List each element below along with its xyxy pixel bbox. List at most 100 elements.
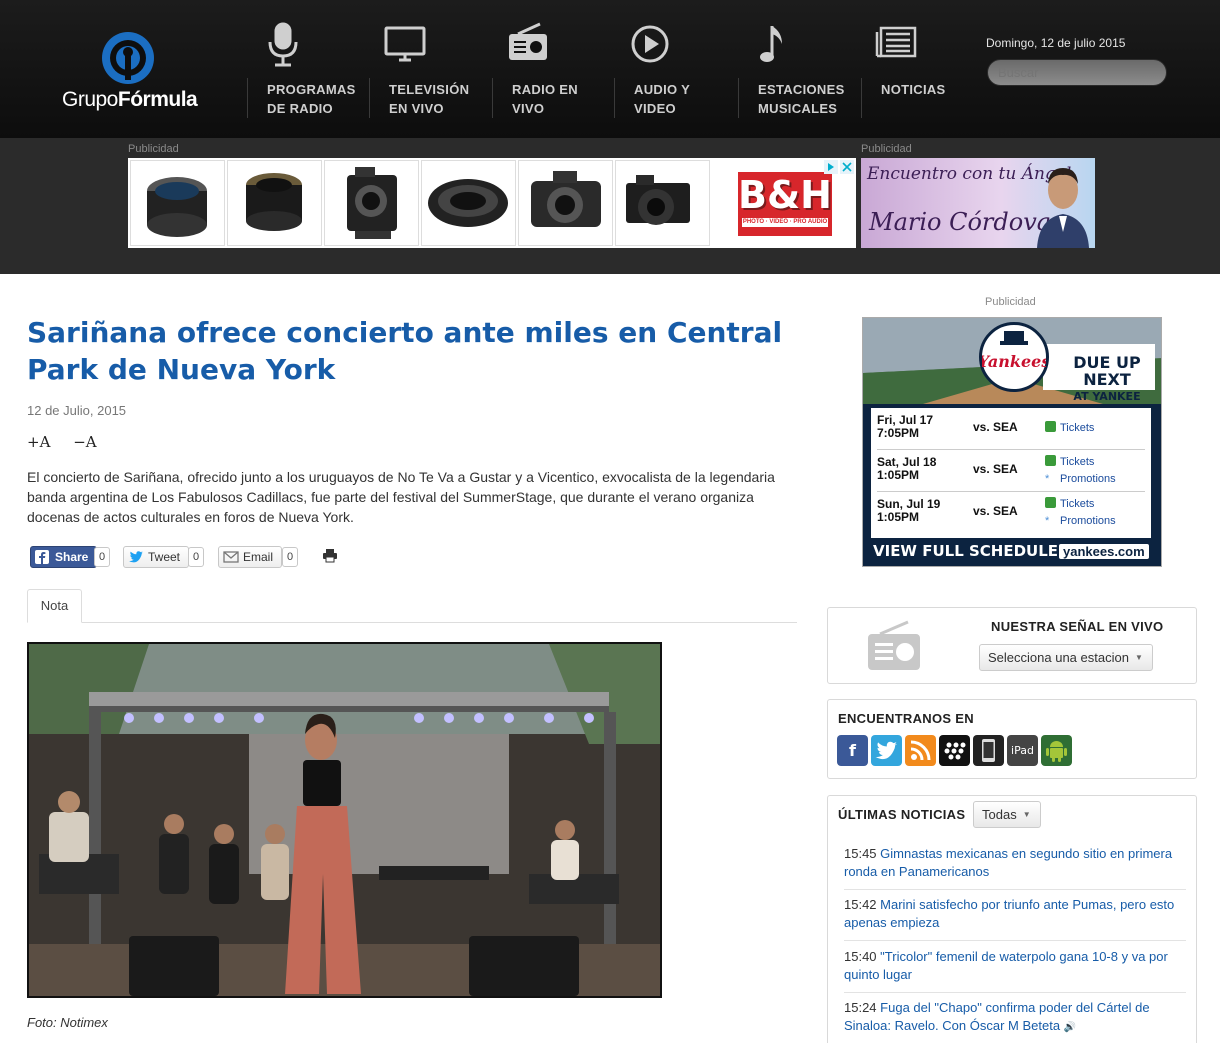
chevron-down-icon: ▼: [1134, 653, 1143, 662]
ad-product-image: [130, 160, 225, 246]
facebook-icon[interactable]: f: [837, 735, 868, 766]
logo-text: GrupoFórmula: [62, 88, 198, 111]
promotions-link[interactable]: Promotions: [1060, 515, 1116, 527]
news-item[interactable]: 15:45 Gimnastas mexicanas en segundo sit…: [844, 845, 1186, 890]
tickets-link[interactable]: Tickets: [1060, 456, 1094, 468]
news-time: 15:45: [844, 846, 877, 861]
ad-product-image: [227, 160, 322, 246]
nav-separator: [492, 78, 493, 118]
font-decrease-button[interactable]: −A: [73, 433, 96, 451]
nav-noticias[interactable]: NOTICIAS: [861, 22, 983, 122]
nav-television-en-vivo[interactable]: TELEVISIÓN EN VIVO: [369, 22, 491, 122]
audio-icon[interactable]: 🔊: [1064, 1022, 1076, 1033]
ticket-icon: [1045, 421, 1056, 432]
ticket-icon: [1045, 497, 1056, 508]
ticket-icon: [1045, 455, 1056, 466]
email-share-count: 0: [282, 547, 299, 567]
nav-programas-de-radio[interactable]: PROGRAMAS DE RADIO: [247, 22, 369, 122]
font-increase-button[interactable]: +A: [27, 433, 50, 451]
latest-news-title: ÚLTIMAS NOTICIAS: [838, 807, 966, 822]
adchoices-icon[interactable]: [824, 160, 854, 174]
ad-product-image: [324, 160, 419, 246]
print-icon[interactable]: [322, 547, 338, 563]
news-time: 15:24: [844, 1000, 877, 1015]
article-summary: El concierto de Sariñana, ofrecido junto…: [27, 469, 775, 525]
news-filter-select[interactable]: Todas ▼: [973, 801, 1041, 828]
blackberry-icon[interactable]: [939, 735, 970, 766]
nav-label: ESTACIONES MUSICALES: [758, 82, 845, 116]
tab-nota[interactable]: Nota: [27, 589, 82, 623]
nav-label: TELEVISIÓN EN VIVO: [389, 82, 470, 116]
news-time: 15:40: [844, 949, 877, 964]
news-link[interactable]: Marini satisfecho por triunfo ante Pumas…: [844, 897, 1174, 930]
article-headline: Sariñana ofrece concierto ante miles en …: [27, 316, 783, 386]
rss-icon[interactable]: [905, 735, 936, 766]
email-share-button[interactable]: Email: [218, 546, 283, 568]
nav-separator: [614, 78, 615, 118]
live-signal-panel: NUESTRA SEÑAL EN VIVO Selecciona una est…: [827, 607, 1197, 684]
android-icon[interactable]: [1041, 735, 1072, 766]
ad-product-image: [518, 160, 613, 246]
yankees-site-link[interactable]: yankees.com: [1059, 544, 1149, 559]
site-header: GrupoFórmula PROGRAMAS DE RADIO TELEVISI…: [0, 0, 1220, 138]
article-photo: [27, 642, 662, 998]
bh-logo: B&H PHOTO · VIDEO · PRO AUDIO: [738, 172, 832, 236]
radio-icon: [509, 22, 547, 60]
logo-mark-icon: [102, 32, 154, 84]
news-item[interactable]: 15:40 "Tricolor" femenil de waterpolo ga…: [844, 948, 1186, 993]
article-date: 12 de Julio, 2015: [27, 403, 127, 418]
header-date: Domingo, 12 de julio 2015: [986, 36, 1126, 50]
twitter-icon[interactable]: [871, 735, 902, 766]
news-link[interactable]: Gimnastas mexicanas en segundo sitio en …: [844, 846, 1172, 879]
news-link[interactable]: "Tricolor" femenil de waterpolo gana 10-…: [844, 949, 1168, 982]
tweet-count: 0: [188, 547, 205, 567]
grupo-formula-logo[interactable]: GrupoFórmula: [60, 30, 200, 115]
tweet-button[interactable]: Tweet: [123, 546, 190, 568]
nav-label: NOTICIAS: [881, 82, 946, 97]
ad-product-image: [615, 160, 710, 246]
iphone-icon[interactable]: [973, 735, 1004, 766]
news-time: 15:42: [844, 897, 877, 912]
ad-product-image: [421, 160, 516, 246]
nav-label: RADIO EN VIVO: [512, 82, 578, 116]
view-schedule-link[interactable]: VIEW FULL SCHEDULE »: [873, 542, 1073, 560]
find-us-title: ENCUENTRANOS EN: [838, 711, 974, 726]
music-note-icon: [760, 26, 782, 62]
microphone-icon: [268, 22, 298, 67]
news-item[interactable]: 15:24 Fuga del "Chapo" confirma poder de…: [844, 999, 1186, 1045]
promotion-icon: *: [1045, 515, 1050, 527]
schedule-table: Fri, Jul 17 7:05PM vs. SEA Tickets Sat, J…: [871, 408, 1151, 538]
ad-label: Publicidad: [985, 296, 1036, 308]
find-us-panel: ENCUENTRANOS EN f iPad: [827, 699, 1197, 779]
promotions-link[interactable]: Promotions: [1060, 473, 1116, 485]
yankees-ad-banner[interactable]: Yankees DUE UP NEXT AT YANKEE STADIUM Fr…: [862, 317, 1162, 567]
ad-label: Publicidad: [861, 143, 912, 155]
tickets-link[interactable]: Tickets: [1060, 498, 1094, 510]
play-icon: [631, 25, 669, 63]
ad-person-photo: [1037, 168, 1089, 248]
search-input[interactable]: [987, 59, 1167, 86]
nav-separator: [247, 78, 248, 118]
nav-radio-en-vivo[interactable]: RADIO EN VIVO: [492, 22, 614, 122]
nav-separator: [738, 78, 739, 118]
yankees-logo: Yankees: [978, 322, 1050, 392]
nav-audio-y-video[interactable]: AUDIO Y VIDEO: [614, 22, 736, 122]
font-size-controls: +A −A: [27, 433, 115, 451]
twitter-icon: [129, 551, 143, 563]
station-select[interactable]: Selecciona una estacion ▼: [979, 644, 1153, 671]
ipad-icon[interactable]: iPad: [1007, 735, 1038, 766]
schedule-row: Sun, Jul 19 1:05PM vs. SEA Tickets * Promot…: [877, 497, 1116, 527]
news-link[interactable]: Fuga del "Chapo" confirma poder del Cárt…: [844, 1000, 1150, 1033]
mario-cordova-ad[interactable]: Encuentro con tu Ángel Mario Córdova: [861, 158, 1095, 248]
bh-ad-banner[interactable]: B&H PHOTO · VIDEO · PRO AUDIO: [128, 158, 856, 248]
news-item[interactable]: 15:42 Marini satisfecho por triunfo ante…: [844, 896, 1186, 941]
tv-icon: [384, 26, 426, 62]
schedule-row: Sat, Jul 18 1:05PM vs. SEA Tickets * Promot…: [877, 452, 1145, 492]
tickets-link[interactable]: Tickets: [1060, 422, 1094, 434]
photo-caption: Foto: Notimex: [27, 1015, 108, 1030]
facebook-share-button[interactable]: Share: [30, 546, 98, 568]
tab-bar-divider: [27, 622, 797, 623]
promotion-icon: *: [1045, 473, 1050, 485]
nav-estaciones-musicales[interactable]: ESTACIONES MUSICALES: [738, 22, 860, 122]
facebook-share-count: 0: [94, 547, 111, 567]
